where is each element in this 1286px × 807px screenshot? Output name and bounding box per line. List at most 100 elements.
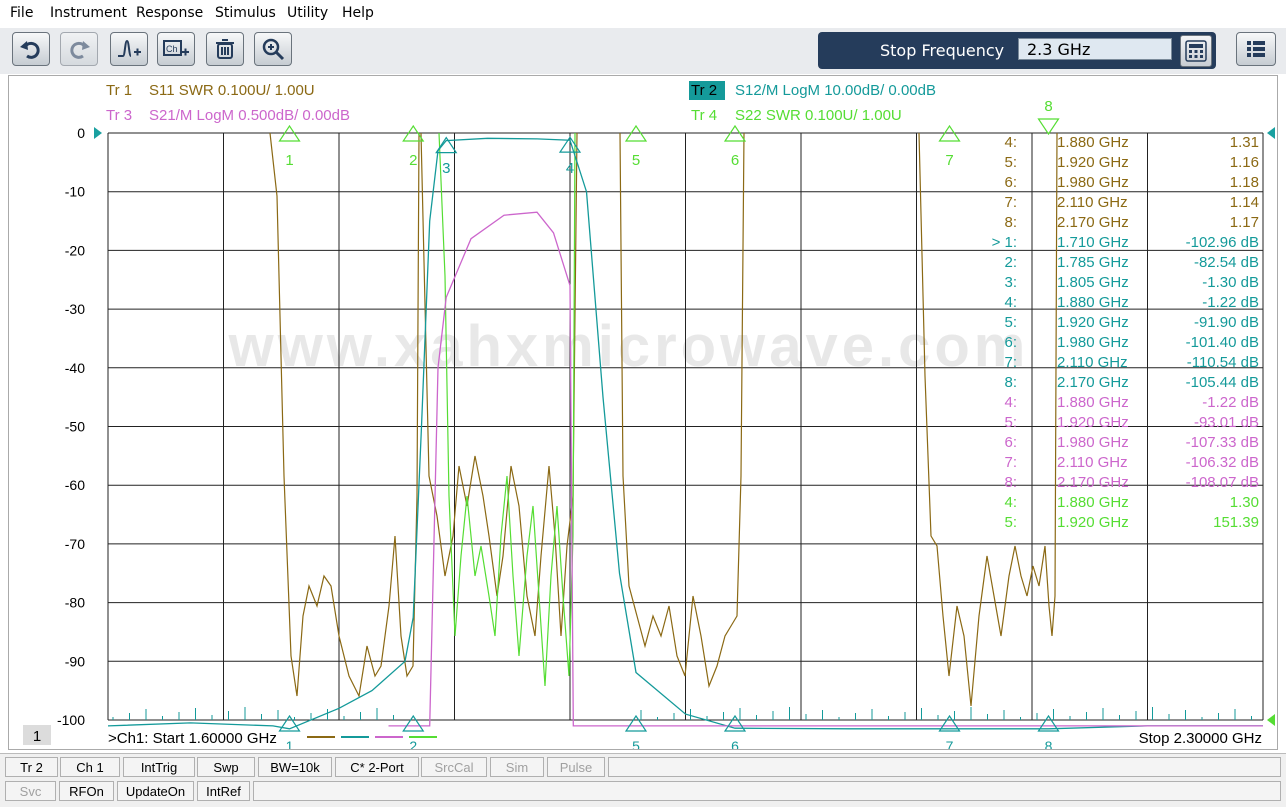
- marker-readout-frequency: 2.170 GHz: [1057, 214, 1129, 231]
- y-tick-label: -80: [65, 595, 85, 611]
- marker-number: 7: [946, 738, 954, 749]
- marker-readout-frequency: 1.880 GHz: [1057, 134, 1129, 151]
- calculator-icon: [1185, 40, 1207, 62]
- marker-readout-index: > 1:: [992, 234, 1017, 251]
- marker-readout-value: -102.96 dB: [1186, 234, 1259, 251]
- marker-number: 8: [1044, 98, 1052, 115]
- undo-button[interactable]: [12, 32, 50, 66]
- trace-description: S21/M LogM 0.500dB/ 0.00dB: [149, 107, 350, 124]
- toolbar: Ch Stop Frequency 2.3 GHz: [0, 28, 1286, 74]
- channel-add-icon: Ch: [163, 40, 189, 56]
- trace-label: Tr 3: [106, 107, 132, 124]
- add-channel-button[interactable]: Ch: [157, 32, 195, 66]
- status-bw-10k[interactable]: BW=10k: [258, 757, 332, 777]
- status-intref[interactable]: IntRef: [197, 781, 250, 801]
- marker-number: 6: [731, 738, 739, 749]
- zoom-button[interactable]: [254, 32, 292, 66]
- marker-readout-index: 7:: [1004, 354, 1017, 371]
- marker-triangle[interactable]: [402, 714, 425, 732]
- marker-readout-value: -1.30 dB: [1202, 274, 1259, 291]
- marker-readout-frequency: 1.805 GHz: [1057, 274, 1129, 291]
- sparameter-plot[interactable]: www.xahxmicrowave.com 0 -10 -20 -30 -40 -50 -60…: [9, 76, 1277, 754]
- trace-description: S22 SWR 0.100U/ 1.00U: [735, 107, 902, 124]
- redo-button[interactable]: [60, 32, 98, 66]
- marker-readout-value: -101.40 dB: [1186, 334, 1259, 351]
- marker-readout-value: 1.16: [1230, 154, 1259, 171]
- marker-readout-value: -108.07 dB: [1186, 474, 1259, 491]
- menu-utility[interactable]: Utility: [287, 5, 328, 21]
- y-tick-label: -60: [65, 477, 85, 493]
- marker-readout-value: 1.17: [1230, 214, 1259, 231]
- status-swp[interactable]: Swp: [197, 757, 255, 777]
- menu-instrument[interactable]: Instrument: [50, 5, 127, 21]
- status-sim[interactable]: Sim: [490, 757, 544, 777]
- status-svc[interactable]: Svc: [5, 781, 56, 801]
- zoom-icon: [262, 38, 285, 61]
- marker-readout-index: 8:: [1004, 474, 1017, 491]
- y-tick-label: -30: [65, 301, 85, 317]
- marker-number: 1: [285, 152, 293, 169]
- marker-readout-index: 4:: [1004, 294, 1017, 311]
- trace-description: S11 SWR 0.100U/ 1.00U: [149, 82, 315, 99]
- status-c-2-port[interactable]: C* 2-Port: [335, 757, 419, 777]
- marker-readout-value: 1.31: [1230, 134, 1259, 151]
- status-updateon[interactable]: UpdateOn: [117, 781, 194, 801]
- status-tr-2[interactable]: Tr 2: [5, 757, 58, 777]
- y-tick-label: -100: [57, 712, 85, 728]
- marker-number: 1: [286, 738, 294, 749]
- status-srccal[interactable]: SrcCal: [421, 757, 487, 777]
- marker-readout-value: -1.22 dB: [1202, 294, 1259, 311]
- marker-number: 4: [566, 160, 574, 177]
- marker-readout-index: 5:: [1004, 414, 1017, 431]
- add-marker-button[interactable]: [110, 32, 148, 66]
- marker-readout-index: 6:: [1004, 174, 1017, 191]
- marker-readout-value: 1.14: [1230, 194, 1259, 211]
- marker-readout-value: -105.44 dB: [1186, 374, 1259, 391]
- keypad-button[interactable]: [1180, 35, 1212, 67]
- menu-bar: File Instrument Response Stimulus Utilit…: [0, 0, 1286, 29]
- menu-help[interactable]: Help: [342, 5, 374, 21]
- reference-arrow-right: [1267, 127, 1275, 139]
- marker-readout-index: 5:: [1004, 514, 1017, 531]
- marker-readout-index: 6:: [1004, 334, 1017, 351]
- marker-number: 2: [409, 738, 417, 749]
- marker-readout-index: 7:: [1004, 194, 1017, 211]
- marker-readout-value: -91.90 dB: [1194, 314, 1259, 331]
- marker-triangle[interactable]: [624, 714, 648, 732]
- status-rfon[interactable]: RFOn: [59, 781, 114, 801]
- stop-frequency-input[interactable]: 2.3 GHz: [1018, 38, 1172, 60]
- trash-icon: [216, 39, 234, 59]
- channel-badge-label: 1: [33, 728, 41, 745]
- delete-button[interactable]: [206, 32, 244, 66]
- marker-readout-value: -107.33 dB: [1186, 434, 1259, 451]
- marker-number: 7: [945, 152, 953, 169]
- status-inttrig[interactable]: IntTrig: [123, 757, 195, 777]
- y-tick-label: -70: [65, 536, 85, 552]
- stop-frequency-label: Stop Frequency: [880, 41, 1005, 60]
- marker-readout-value: -1.22 dB: [1202, 394, 1259, 411]
- redo-icon: [70, 41, 90, 59]
- marker-readout-index: 5:: [1004, 154, 1017, 171]
- marker-readout-index: 4:: [1004, 494, 1017, 511]
- marker-readout-frequency: 2.110 GHz: [1057, 194, 1128, 211]
- status-ch-1[interactable]: Ch 1: [60, 757, 120, 777]
- status-pulse[interactable]: Pulse: [547, 757, 605, 777]
- marker-readout-frequency: 1.920 GHz: [1057, 154, 1129, 171]
- menu-file[interactable]: File: [10, 5, 33, 21]
- marker-readout-value: -93.01 dB: [1194, 414, 1259, 431]
- marker-readout-value: -106.32 dB: [1186, 454, 1259, 471]
- grid-menu-icon: [1247, 41, 1265, 57]
- y-tick-label: -90: [65, 653, 85, 669]
- status-bar: Tr 2 Ch 1 IntTrig Swp BW=10k C* 2-Port SrcCal S…: [0, 753, 1286, 807]
- softkey-menu-button[interactable]: [1236, 32, 1276, 66]
- menu-stimulus[interactable]: Stimulus: [215, 5, 276, 21]
- menu-response[interactable]: Response: [136, 5, 203, 21]
- status-empty-panel: [253, 781, 1281, 801]
- marker-readout-value: -110.54 dB: [1187, 354, 1259, 371]
- marker-readout-frequency: 1.980 GHz: [1057, 174, 1129, 191]
- trace-s11-highband: [918, 132, 1058, 707]
- marker-number: 6: [731, 152, 739, 169]
- reference-arrow-left: [94, 127, 102, 139]
- undo-icon: [20, 41, 40, 59]
- marker-triangle[interactable]: [1037, 118, 1060, 136]
